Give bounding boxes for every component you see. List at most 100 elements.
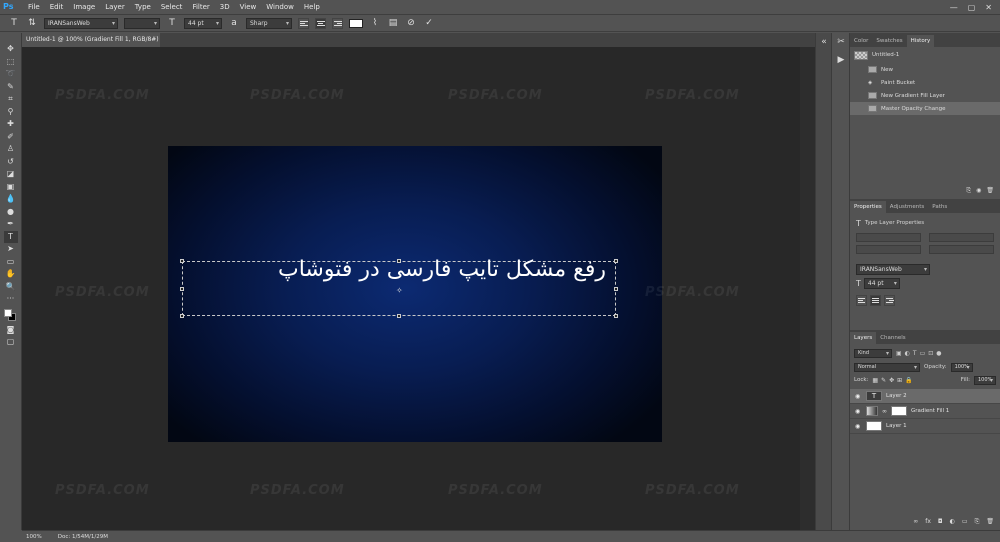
y-field[interactable]	[929, 245, 994, 254]
document-tab[interactable]: Untitled-1 @ 100% (Gradient Fill 1, RGB/…	[22, 33, 160, 57]
menu-image[interactable]: Image	[68, 0, 100, 14]
menu-3d[interactable]: 3D	[215, 0, 235, 14]
new-document-icon[interactable]: ⎘	[966, 187, 971, 197]
visibility-eye-icon[interactable]: ◉	[855, 423, 862, 430]
blend-mode-select[interactable]: Normal	[854, 362, 920, 372]
tab-channels[interactable]: Channels	[876, 332, 909, 344]
stamp-tool-icon[interactable]: ♙	[4, 143, 18, 156]
type-tool-icon[interactable]: T	[8, 17, 20, 29]
menu-select[interactable]: Select	[156, 0, 188, 14]
text-color-swatch[interactable]	[349, 18, 363, 28]
menu-file[interactable]: File	[23, 0, 45, 14]
fill-input[interactable]: 100%	[974, 375, 996, 385]
text-orientation-icon[interactable]: ⇅	[26, 17, 38, 29]
align-center-button[interactable]	[870, 295, 881, 306]
visibility-eye-icon[interactable]: ◉	[855, 393, 862, 400]
menu-help[interactable]: Help	[299, 0, 325, 14]
snapshot-camera-icon[interactable]: ◉	[976, 187, 981, 197]
new-group-icon[interactable]: ▭	[962, 518, 968, 528]
transform-handle[interactable]	[614, 259, 618, 263]
brush-presets-icon[interactable]: ✂	[832, 33, 850, 51]
transform-handle[interactable]	[180, 314, 184, 318]
opacity-input[interactable]: 100%	[950, 362, 973, 372]
zoom-level[interactable]: 100%	[26, 534, 42, 540]
layer-row[interactable]: ◉ Layer 1	[850, 419, 1000, 434]
properties-size-select[interactable]: 44 pt	[863, 278, 900, 289]
quick-select-tool-icon[interactable]: ✎	[4, 81, 18, 94]
menu-edit[interactable]: Edit	[45, 0, 69, 14]
collapse-arrows-icon[interactable]: «	[816, 33, 832, 51]
align-center-button[interactable]	[315, 17, 326, 29]
transform-handle[interactable]	[180, 287, 184, 291]
history-item[interactable]: ◈ Paint Bucket	[850, 76, 1000, 89]
history-item[interactable]: New	[850, 63, 1000, 76]
shape-tool-icon[interactable]: ▭	[4, 256, 18, 269]
persian-text-layer[interactable]: رفع مشکل تایپ فارسی در فتوشاپ	[190, 257, 606, 282]
delete-layer-icon[interactable]: 🗑	[986, 518, 994, 528]
menu-layer[interactable]: Layer	[100, 0, 130, 14]
blur-tool-icon[interactable]: 💧	[4, 193, 18, 206]
font-size-select[interactable]: 44 pt	[184, 17, 222, 29]
gradient-tool-icon[interactable]: ▣	[4, 181, 18, 194]
move-tool-icon[interactable]: ✥	[4, 43, 18, 56]
x-field[interactable]	[856, 245, 921, 254]
foreground-color[interactable]	[3, 308, 12, 317]
history-brush-icon[interactable]: ↺	[4, 156, 18, 169]
cancel-icon[interactable]: ⊘	[405, 17, 417, 29]
color-swatches[interactable]	[3, 308, 19, 324]
close-button[interactable]: ✕	[985, 3, 992, 12]
dodge-tool-icon[interactable]: ●	[4, 206, 18, 219]
history-snapshot[interactable]: Untitled-1	[850, 47, 1000, 63]
more-tools-icon[interactable]: ···	[4, 293, 18, 306]
maximize-button[interactable]: ▢	[968, 3, 976, 12]
adjustment-layer-icon[interactable]: ◐	[950, 518, 955, 528]
healing-tool-icon[interactable]: ✚	[4, 118, 18, 131]
eyedropper-tool-icon[interactable]: ⚲	[4, 106, 18, 119]
tab-history[interactable]: History	[906, 35, 935, 47]
minimize-button[interactable]: —	[950, 3, 958, 12]
screen-mode-icon[interactable]: ▢	[4, 336, 18, 349]
menu-view[interactable]: View	[235, 0, 262, 14]
brush-tool-icon[interactable]: ✐	[4, 131, 18, 144]
font-style-select[interactable]	[124, 17, 160, 29]
tab-paths[interactable]: Paths	[928, 201, 951, 213]
antialias-select[interactable]: Sharp	[246, 17, 292, 29]
transform-handle[interactable]	[397, 314, 401, 318]
tab-color[interactable]: Color	[850, 35, 872, 47]
layer-row[interactable]: ◉ T Layer 2	[850, 389, 1000, 404]
tab-properties[interactable]: Properties	[850, 201, 886, 213]
history-item[interactable]: New Gradient Fill Layer	[850, 89, 1000, 102]
marquee-tool-icon[interactable]: ⬚	[4, 56, 18, 69]
align-right-button[interactable]	[332, 17, 343, 29]
properties-font-select[interactable]: IRANSansWeb	[856, 264, 930, 275]
actions-play-icon[interactable]: ▶	[832, 51, 850, 69]
lasso-tool-icon[interactable]: ➰	[4, 68, 18, 81]
layer-name[interactable]: Gradient Fill 1	[911, 408, 949, 414]
character-panel-icon[interactable]: ▤	[387, 17, 399, 29]
transform-handle[interactable]	[180, 259, 184, 263]
history-item[interactable]: Master Opacity Change	[850, 102, 1000, 115]
warp-text-icon[interactable]: ⌇	[369, 17, 381, 29]
align-right-button[interactable]	[884, 295, 895, 306]
font-family-select[interactable]: IRANSansWeb	[44, 17, 118, 29]
quick-mask-icon[interactable]: ◙	[4, 324, 18, 337]
height-field[interactable]	[929, 233, 994, 242]
align-left-button[interactable]	[298, 17, 309, 29]
transform-handle[interactable]	[614, 287, 618, 291]
path-select-tool-icon[interactable]: ➤	[4, 243, 18, 256]
width-field[interactable]	[856, 233, 921, 242]
hand-tool-icon[interactable]: ✋	[4, 268, 18, 281]
visibility-eye-icon[interactable]: ◉	[855, 408, 862, 415]
filter-icons[interactable]: ▣◐T▭⊡●	[896, 350, 945, 357]
eraser-tool-icon[interactable]: ◪	[4, 168, 18, 181]
crop-tool-icon[interactable]: ⌗	[4, 93, 18, 106]
link-layers-icon[interactable]: ∞	[913, 518, 918, 528]
lock-icons[interactable]: ▦✎✥⊞🔒	[872, 377, 915, 384]
layer-filter-select[interactable]: Kind	[854, 348, 892, 358]
tab-adjustments[interactable]: Adjustments	[886, 201, 928, 213]
layer-name[interactable]: Layer 1	[886, 423, 907, 429]
transform-handle[interactable]	[614, 314, 618, 318]
pen-tool-icon[interactable]: ✒	[4, 218, 18, 231]
commit-check-icon[interactable]: ✓	[423, 17, 435, 29]
menu-filter[interactable]: Filter	[187, 0, 214, 14]
